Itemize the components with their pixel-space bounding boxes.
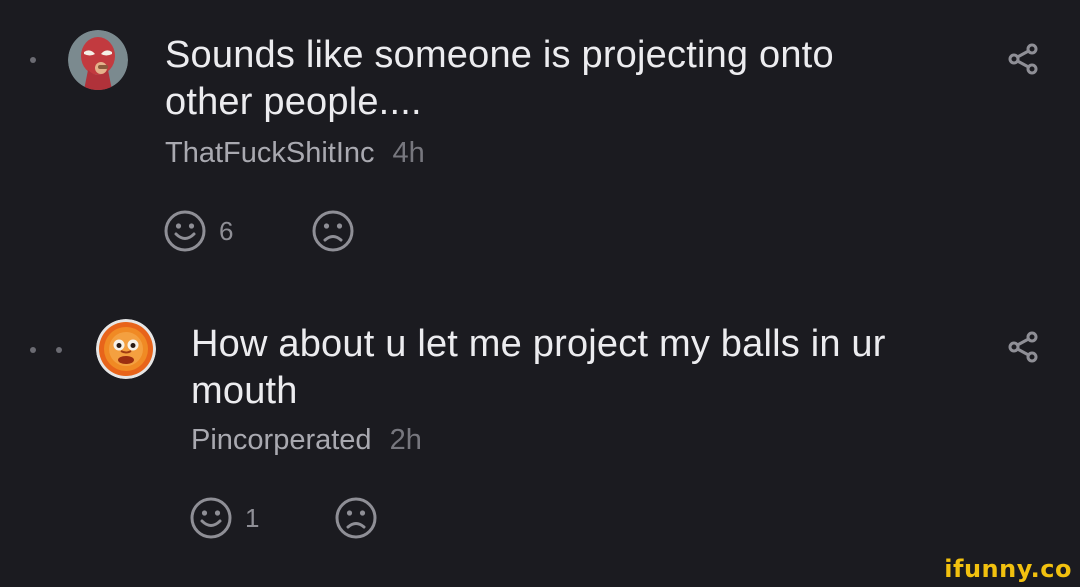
thread-depth-dot: [56, 347, 62, 353]
share-button[interactable]: [1006, 330, 1040, 364]
comment-text: Sounds like someone is projecting onto o…: [165, 34, 834, 123]
spiderman-avatar-icon: [68, 30, 128, 90]
comment-item: Sounds like someone is projecting onto o…: [0, 0, 1080, 290]
comment-meta: ThatFuckShitInc 4h: [165, 136, 425, 170]
comment-item: How about u let me project my balls in u…: [0, 290, 1080, 587]
share-button[interactable]: [1006, 42, 1040, 76]
like-button[interactable]: 1: [189, 496, 259, 540]
comment-author[interactable]: Pincorperated: [191, 424, 372, 456]
sun-face-avatar-icon: [96, 319, 156, 379]
user-avatar[interactable]: [68, 30, 128, 90]
comment-author[interactable]: ThatFuckShitInc: [165, 137, 375, 169]
ifunny-watermark: ifunny.co: [944, 555, 1072, 583]
share-icon: [1008, 43, 1038, 75]
comment-meta: Pincorperated 2h: [191, 423, 422, 457]
like-button[interactable]: 6: [163, 209, 233, 253]
share-icon: [1008, 331, 1038, 363]
thread-depth-dot: [30, 347, 36, 353]
thread-depth-dot: [30, 57, 36, 63]
comment-time: 2h: [389, 424, 422, 456]
like-count: 1: [245, 502, 260, 533]
comment-text: How about u let me project my balls in u…: [191, 323, 886, 412]
smile-icon: [164, 210, 206, 252]
frown-icon: [312, 210, 354, 252]
dislike-button[interactable]: [334, 496, 378, 540]
comment-time: 4h: [392, 137, 425, 169]
dislike-button[interactable]: [311, 209, 355, 253]
like-count: 6: [219, 215, 234, 246]
user-avatar[interactable]: [96, 319, 156, 379]
smile-icon: [190, 497, 232, 539]
frown-icon: [335, 497, 377, 539]
